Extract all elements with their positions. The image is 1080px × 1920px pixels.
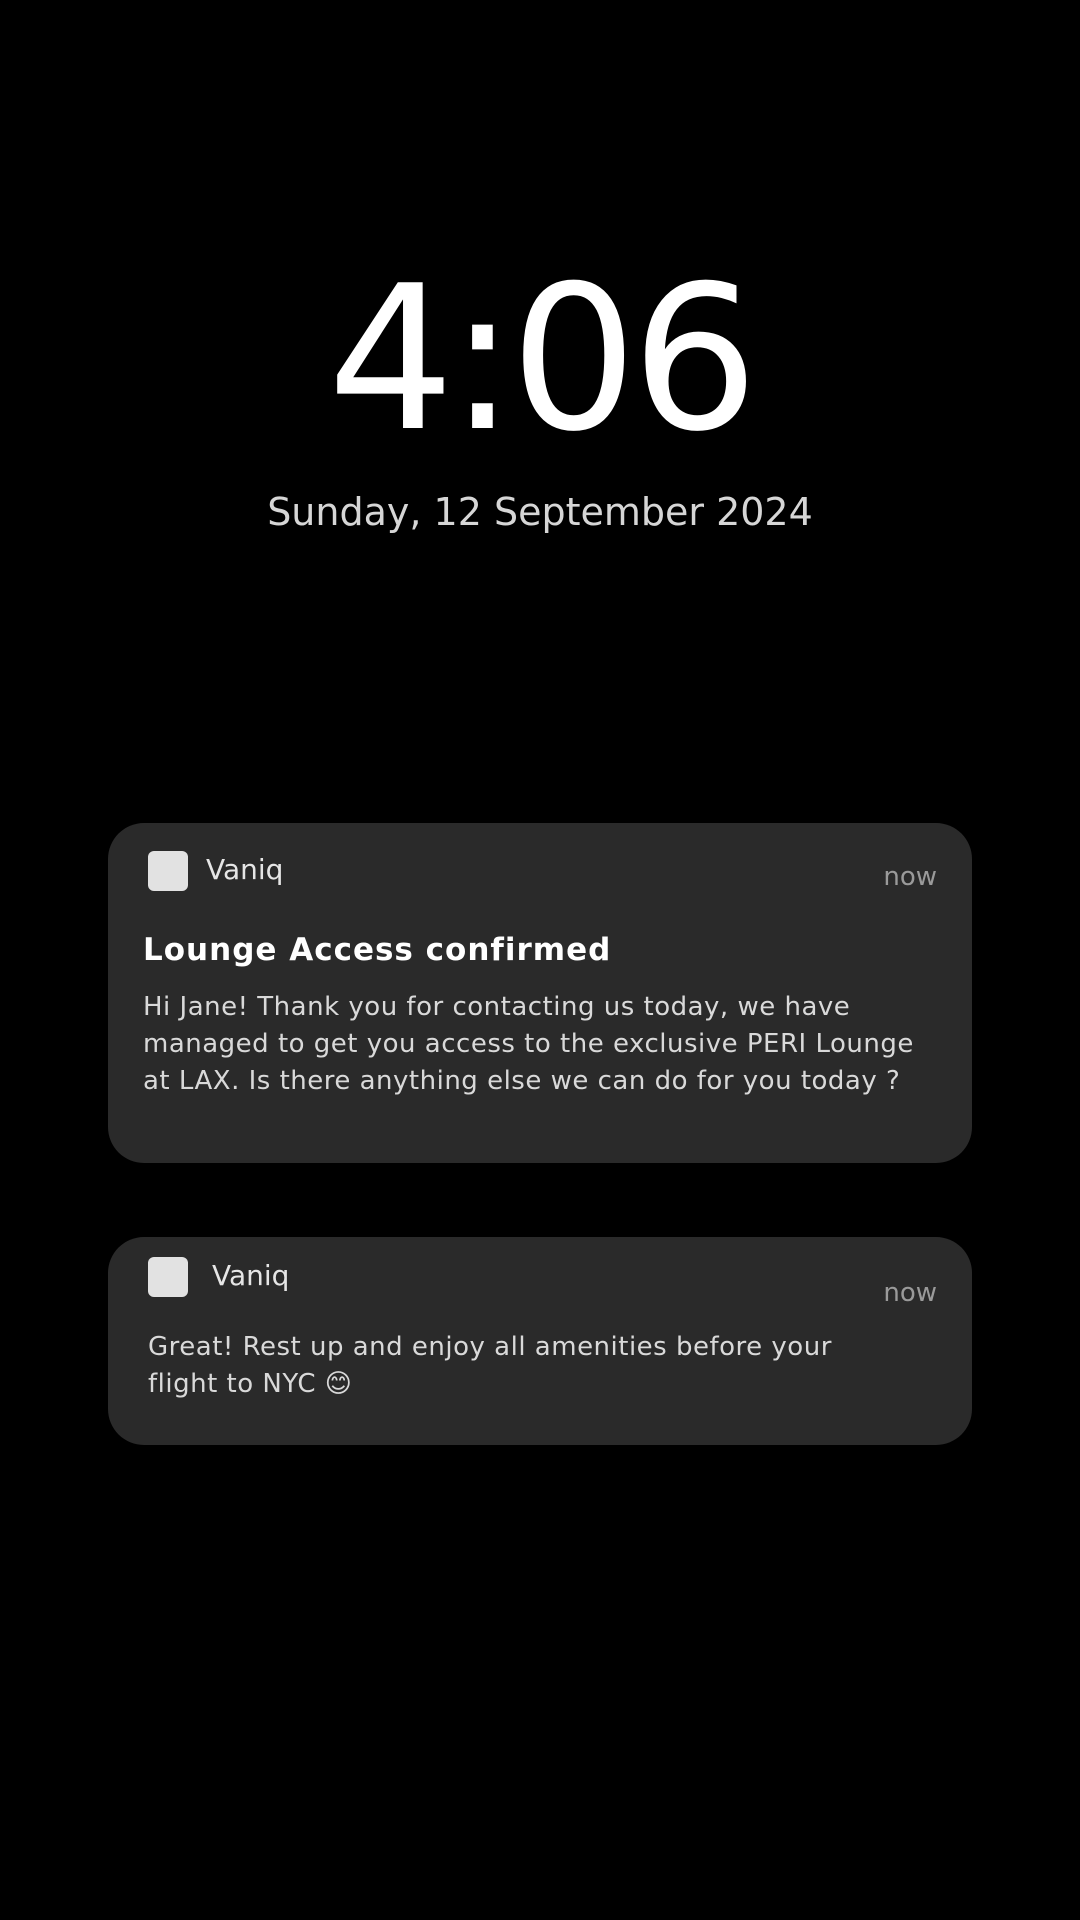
notification-timestamp: now: [883, 862, 937, 892]
notification-app-name: Vaniq: [212, 1259, 290, 1292]
app-icon: [148, 1257, 188, 1297]
lockscreen-clock: 4:06: [327, 243, 758, 476]
notification-app-name: Vaniq: [206, 853, 284, 886]
notification-card[interactable]: Vaniq now Great! Rest up and enjoy all a…: [108, 1237, 972, 1445]
app-icon: [148, 851, 188, 891]
notification-body: Great! Rest up and enjoy all amenities b…: [148, 1332, 832, 1399]
notification-timestamp: now: [883, 1278, 937, 1308]
notification-body: Hi Jane! Thank you for contacting us tod…: [143, 992, 914, 1096]
notification-title: Lounge Access confirmed: [143, 932, 612, 968]
lockscreen-date: Sunday, 12 September 2024: [267, 490, 813, 534]
notification-card[interactable]: Vaniq now Lounge Access confirmed Hi Jan…: [108, 823, 972, 1163]
